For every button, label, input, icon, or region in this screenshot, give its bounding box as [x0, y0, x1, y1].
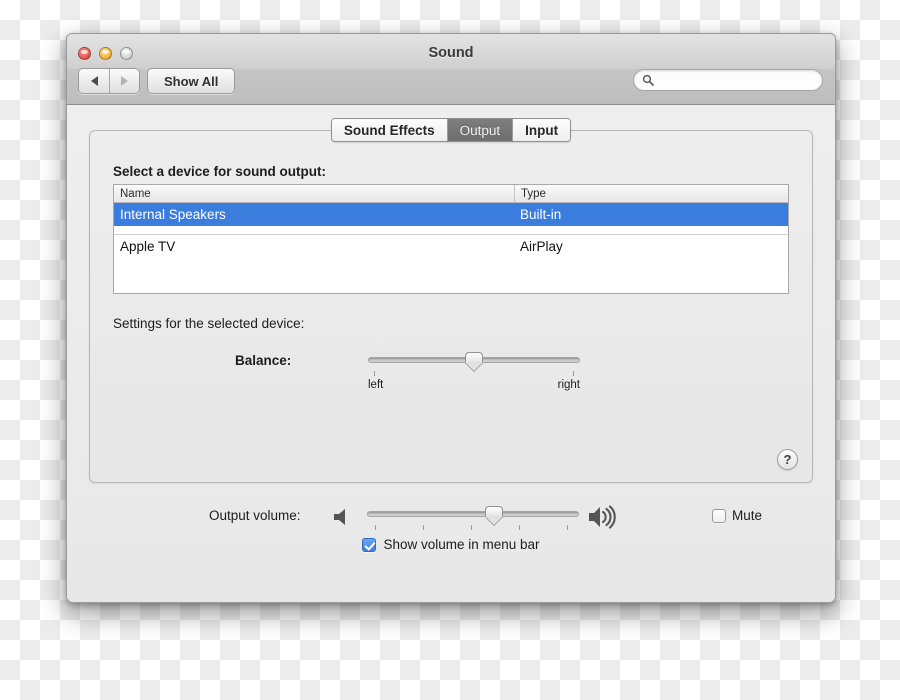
search-field[interactable] — [633, 69, 823, 91]
mute-control[interactable]: Mute — [712, 508, 762, 523]
volume-tick — [375, 525, 376, 530]
device-name: Internal Speakers — [120, 207, 226, 222]
tab-input[interactable]: Input — [512, 119, 571, 141]
volume-tick — [519, 525, 520, 530]
balance-tick-right — [573, 371, 574, 376]
table-header-row: Name Type — [114, 185, 788, 203]
output-volume-slider-thumb[interactable] — [485, 506, 504, 525]
forward-button — [109, 69, 139, 93]
balance-tick-left — [374, 371, 375, 376]
output-volume-row: Output volume: Mute — [67, 500, 835, 534]
section-label-settings: Settings for the selected device: — [113, 316, 305, 331]
window-title: Sound — [428, 45, 474, 61]
toolbar: Show All — [67, 68, 835, 101]
table-row[interactable]: Apple TV AirPlay — [114, 235, 788, 258]
window-titlebar: Sound Show All — [67, 34, 835, 105]
balance-label-left: left — [368, 379, 384, 391]
tab-group: Sound Effects Output Input — [330, 118, 572, 142]
search-icon — [642, 74, 654, 86]
column-header-type[interactable]: Type — [514, 185, 788, 202]
device-type: Built-in — [520, 207, 562, 222]
back-arrow-icon — [90, 76, 98, 86]
column-header-name[interactable]: Name — [114, 185, 514, 202]
window-body: Sound Effects Output Input Select a devi… — [67, 105, 835, 602]
volume-tick — [471, 525, 472, 530]
mute-label: Mute — [732, 508, 763, 523]
mute-checkbox[interactable] — [712, 508, 726, 523]
output-volume-slider[interactable] — [367, 506, 579, 537]
balance-label-right: right — [557, 379, 580, 391]
volume-tick — [567, 525, 568, 530]
help-button[interactable]: ? — [777, 449, 798, 470]
back-button[interactable] — [79, 69, 109, 93]
tab-output[interactable]: Output — [446, 119, 513, 141]
balance-label: Balance: — [235, 353, 292, 368]
balance-slider-thumb[interactable] — [465, 352, 483, 371]
output-settings-panel: Select a device for sound output: Name T… — [89, 130, 813, 483]
show-all-button[interactable]: Show All — [147, 68, 236, 94]
show-volume-menubar-control[interactable]: Show volume in menu bar — [67, 537, 835, 552]
show-volume-menubar-label: Show volume in menu bar — [383, 537, 540, 552]
navigation-button-group — [78, 68, 140, 94]
speaker-waves-icon — [589, 505, 616, 529]
section-label-device: Select a device for sound output: — [113, 164, 327, 179]
volume-tick — [423, 525, 424, 530]
device-name: Apple TV — [120, 239, 176, 254]
tab-sound-effects[interactable]: Sound Effects — [331, 119, 447, 141]
device-type: AirPlay — [520, 239, 563, 254]
balance-control-row: Balance: left right — [113, 346, 789, 406]
search-input[interactable] — [659, 73, 809, 87]
speaker-icon — [334, 509, 345, 525]
balance-slider[interactable]: left right — [368, 352, 580, 397]
show-volume-menubar-checkbox[interactable] — [362, 537, 377, 552]
forward-arrow-icon — [121, 76, 128, 86]
output-volume-slider-track[interactable] — [367, 511, 579, 517]
output-volume-label: Output volume: — [209, 508, 301, 523]
device-table[interactable]: Name Type Internal Speakers Built-in App… — [113, 184, 789, 294]
sound-preferences-window: Sound Show All Sound Effects Output Inpu… — [66, 33, 836, 603]
table-row[interactable]: Internal Speakers Built-in — [114, 203, 788, 226]
